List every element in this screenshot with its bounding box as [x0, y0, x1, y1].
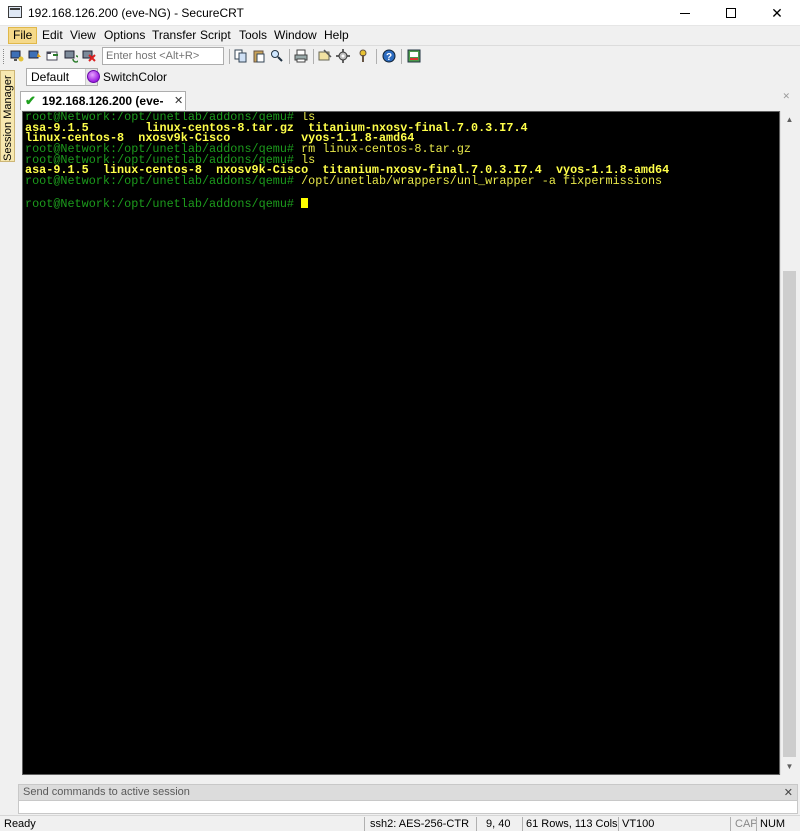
- disconnect-icon[interactable]: [82, 49, 96, 63]
- status-ready: Ready: [4, 818, 36, 830]
- keymap-icon[interactable]: [356, 49, 370, 63]
- scroll-down-icon[interactable]: ▼: [781, 758, 798, 775]
- command-window-close-icon[interactable]: ✕: [784, 786, 793, 799]
- window-title: 192.168.126.200 (eve-NG) - SecureCRT: [28, 6, 244, 20]
- reconnect-icon[interactable]: [64, 49, 78, 63]
- status-divider: [476, 817, 477, 831]
- print-icon[interactable]: [294, 49, 308, 63]
- switch-color-button[interactable]: SwitchColor: [103, 70, 167, 84]
- status-bar: Ready ssh2: AES-256-CTR 9, 40 61 Rows, 1…: [0, 815, 800, 831]
- toolbar-separator: [401, 49, 402, 64]
- toolbar: ?: [0, 45, 800, 66]
- menu-file[interactable]: File: [8, 27, 38, 44]
- tab-close-icon[interactable]: ✕: [782, 91, 790, 102]
- minimize-button[interactable]: [662, 0, 708, 26]
- tab-session[interactable]: ✔ 192.168.126.200 (eve-NG) ✕: [20, 91, 186, 122]
- status-cursor-position: 9, 40: [486, 818, 511, 830]
- menu-script[interactable]: Script: [196, 27, 235, 44]
- button-bar-select-value: Default: [31, 70, 70, 84]
- button-bar: Default ▼ SwitchColor: [16, 66, 800, 88]
- menu-window[interactable]: Window: [270, 27, 321, 44]
- maximize-button[interactable]: [708, 0, 754, 26]
- terminal-output: root@Network:/opt/unetlab/addons/qemu# l…: [25, 112, 669, 211]
- menu-edit[interactable]: Edit: [38, 27, 67, 44]
- menu-bar: File Edit View Options Transfer Script T…: [0, 26, 800, 45]
- title-bar: 192.168.126.200 (eve-NG) - SecureCRT ✕: [0, 0, 800, 26]
- status-emulation: VT100: [622, 818, 655, 830]
- minimize-icon: [680, 12, 690, 14]
- menu-transfer[interactable]: Transfer: [148, 27, 200, 44]
- status-num: NUM: [760, 818, 786, 830]
- connect-icon[interactable]: [10, 49, 24, 63]
- scroll-up-icon[interactable]: ▲: [781, 111, 798, 128]
- toolbar-separator: [376, 49, 377, 64]
- status-dimensions: 61 Rows, 113 Cols: [526, 818, 618, 830]
- command-window-placeholder: Send commands to active session: [23, 786, 190, 798]
- status-divider: [618, 817, 619, 831]
- shell-prompt: root@Network:/opt/unetlab/addons/qemu#: [25, 196, 302, 211]
- maximize-icon: [726, 8, 736, 18]
- terminal-cursor: [301, 197, 309, 208]
- shell-prompt: root@Network:/opt/unetlab/addons/qemu#: [25, 174, 302, 189]
- shell-command: /opt/unetlab/wrappers/unl_wrapper -a fix…: [301, 174, 663, 189]
- toolbar-separator: [229, 49, 230, 64]
- tab-close-icon[interactable]: ✕: [174, 94, 183, 107]
- securecrt-app-icon[interactable]: [8, 6, 22, 18]
- switch-color-icon[interactable]: [87, 70, 100, 83]
- status-divider: [730, 817, 731, 831]
- session-manager-strip: Session Manager: [0, 66, 16, 814]
- terminal-frame: root@Network:/opt/unetlab/addons/qemu# l…: [16, 110, 800, 778]
- find-icon[interactable]: [270, 49, 284, 63]
- toolbar-separator: [313, 49, 314, 64]
- toolbar-grip[interactable]: [3, 49, 6, 64]
- session-manager-tab[interactable]: Session Manager: [0, 70, 15, 162]
- session-options-icon[interactable]: [318, 49, 332, 63]
- vertical-scrollbar[interactable]: ▲ ▼: [780, 111, 797, 775]
- command-window: Send commands to active session ✕: [16, 784, 800, 815]
- status-divider: [756, 817, 757, 831]
- status-divider: [522, 817, 523, 831]
- paste-icon[interactable]: [252, 49, 266, 63]
- menu-options[interactable]: Options: [100, 27, 149, 44]
- close-icon: ✕: [771, 4, 783, 21]
- enter-host-input[interactable]: [102, 47, 224, 65]
- scrollbar-thumb[interactable]: [783, 271, 796, 757]
- menu-tools[interactable]: Tools: [235, 27, 271, 44]
- status-divider: [364, 817, 365, 831]
- connected-check-icon: ✔: [25, 93, 36, 108]
- toolbar-separator: [289, 49, 290, 64]
- sftp-icon[interactable]: [407, 49, 421, 63]
- help-icon[interactable]: ?: [382, 49, 396, 63]
- terminal-line: root@Network:/opt/unetlab/addons/qemu#: [25, 196, 669, 211]
- session-tab-bar: ✔ 192.168.126.200 (eve-NG) ✕ ✕: [16, 88, 800, 122]
- terminal-line: root@Network:/opt/unetlab/addons/qemu# /…: [25, 174, 669, 189]
- command-input[interactable]: [18, 801, 798, 814]
- quick-connect-icon[interactable]: [28, 49, 42, 63]
- command-window-header: Send commands to active session ✕: [18, 784, 798, 801]
- global-options-icon[interactable]: [336, 49, 350, 63]
- menu-view[interactable]: View: [66, 27, 100, 44]
- status-cipher: ssh2: AES-256-CTR: [370, 818, 470, 830]
- svg-text:?: ?: [386, 52, 392, 63]
- copy-icon[interactable]: [234, 49, 248, 63]
- connect-in-tab-icon[interactable]: [46, 49, 60, 63]
- session-manager-label: Session Manager: [2, 75, 14, 161]
- close-button[interactable]: ✕: [754, 0, 800, 26]
- terminal-screen[interactable]: root@Network:/opt/unetlab/addons/qemu# l…: [22, 111, 780, 775]
- menu-help[interactable]: Help: [320, 27, 353, 44]
- shell-command: rm linux-centos-8.tar.gz: [301, 142, 471, 157]
- status-cap: CAP: [735, 818, 758, 830]
